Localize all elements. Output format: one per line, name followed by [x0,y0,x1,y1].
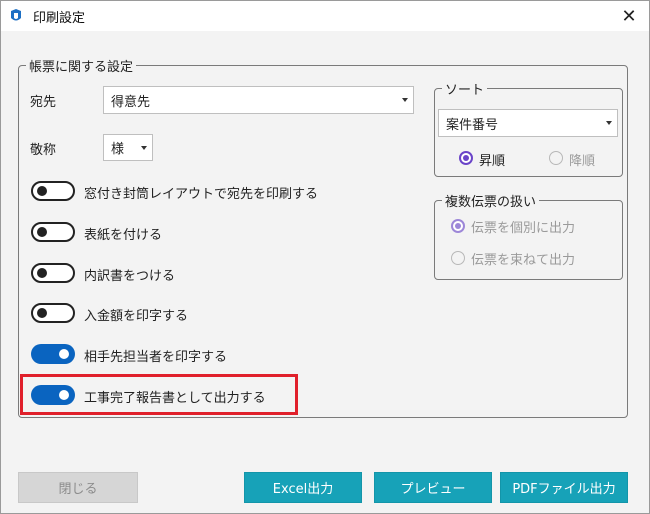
honorific-select[interactable]: 様 [103,134,153,161]
slips-bundle-label: 伝票を束ねて出力 [471,253,576,268]
print-settings-window: 印刷設定 ✕ 帳票に関する設定 宛先 得意先 敬称 様 窓付き封筒レイアウトで宛… [0,0,650,514]
sort-ascending-radio[interactable] [459,151,473,165]
slips-individual-label: 伝票を個別に出力 [471,221,576,236]
toggle-deposit-amount-label: 入金額を印字する [84,309,189,324]
chevron-down-icon [141,145,147,150]
toggle-cover-page-label: 表紙を付ける [84,228,163,243]
toggle-knob [37,268,47,278]
toggle-contact-person-label: 相手先担当者を印字する [84,350,228,365]
toggle-breakdown-label: 内訳書をつける [84,269,176,284]
pdf-output-button[interactable]: PDFファイル出力 [500,472,628,503]
chevron-down-icon [402,98,408,102]
toggle-contact-person[interactable] [31,344,75,364]
sort-field-value: 案件番号 [446,117,499,133]
chevron-down-icon [606,121,612,125]
toggle-window-envelope-label: 窓付き封筒レイアウトで宛先を印刷する [84,187,319,202]
toggle-cover-page[interactable] [31,222,75,242]
toggle-deposit-amount[interactable] [31,303,75,323]
toggle-knob [59,349,69,359]
window-title: 印刷設定 [33,11,86,26]
honorific-label: 敬称 [30,143,57,158]
sort-ascending-label: 昇順 [479,154,506,169]
toggle-window-envelope[interactable] [31,181,75,201]
destination-value: 得意先 [111,94,151,110]
slips-bundle-radio[interactable] [451,251,465,265]
sort-field-select[interactable]: 案件番号 [438,109,618,137]
destination-label: 宛先 [30,95,57,110]
excel-output-button[interactable]: Excel出力 [244,472,362,503]
close-icon[interactable]: ✕ [609,1,649,31]
toggle-knob [37,186,47,196]
toggle-breakdown[interactable] [31,263,75,283]
honorific-value: 様 [111,142,125,157]
multiple-slips-legend: 複数伝票の扱い [445,195,537,210]
slips-individual-radio[interactable] [451,219,465,233]
highlight-box [20,374,298,415]
close-button[interactable]: 閉じる [18,472,138,503]
sort-legend: ソート [445,83,485,98]
sort-descending-radio[interactable] [549,151,563,165]
app-logo-icon [11,9,21,21]
sort-descending-label: 降順 [569,154,596,169]
report-settings-legend: 帳票に関する設定 [29,60,134,75]
toggle-knob [37,227,47,237]
title-bar: 印刷設定 ✕ [1,1,649,31]
destination-select[interactable]: 得意先 [103,86,414,114]
toggle-knob [37,308,47,318]
preview-button[interactable]: プレビュー [374,472,492,503]
